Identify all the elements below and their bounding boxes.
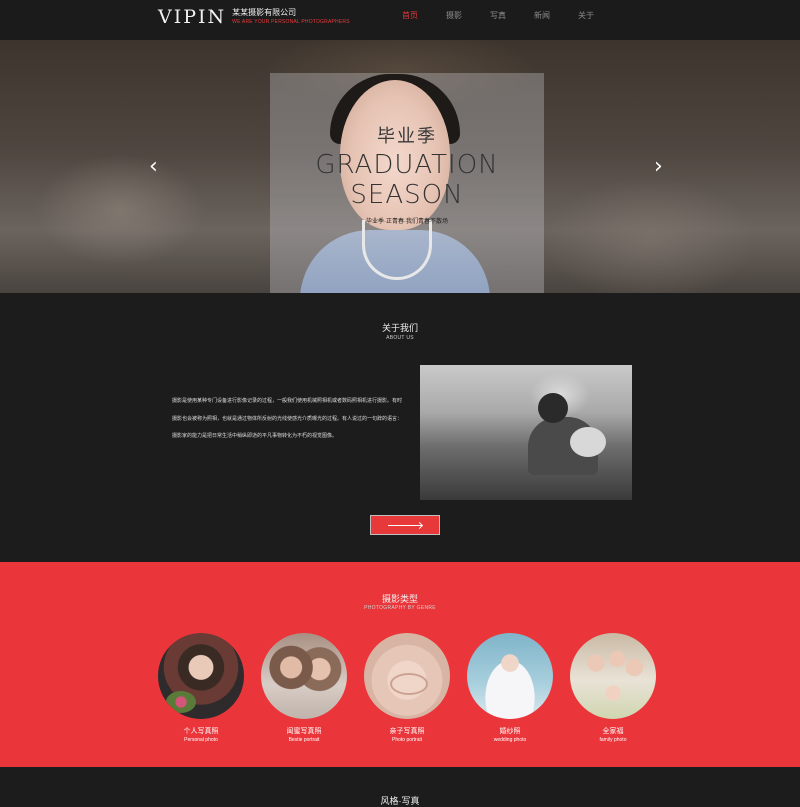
genre-item-personal[interactable]: 个人写真照 Personal photo [158,633,244,743]
site-header: VIPIN 某某摄影有限公司 WE ARE YOUR PERSONAL PHOT… [0,0,800,40]
genre-image-family [570,633,656,719]
genre-label-en: Personal photo [184,737,218,743]
about-image [420,365,632,500]
about-title: 关于我们 [381,323,418,333]
hero-title-line1: GRADUATION [315,150,499,180]
prev-slide-arrow-icon[interactable]: ‹ [149,156,158,178]
more-button[interactable] [370,515,440,535]
logo-mark: VIPIN [158,6,227,28]
genre-item-parent-child[interactable]: 亲子写真照 Photo portrait [364,633,450,743]
hero-banner: 毕业季 GRADUATION SEASON 毕业季·正青春·我们青春不散场 ‹ … [0,40,800,293]
arrow-right-icon [388,524,422,526]
about-subtitle: ABOUT US [386,335,414,341]
genre-subtitle: PHOTOGRAPHY BY GENRE [364,605,436,611]
genre-item-bestie[interactable]: 闺蜜写真照 Bestie portrait [261,633,347,743]
logo-text: 某某摄影有限公司 WE ARE YOUR PERSONAL PHOTOGRAPH… [232,9,350,25]
hero-title-en: GRADUATION SEASON [270,150,544,210]
genre-image-bestie [261,633,347,719]
genre-list: 个人写真照 Personal photo 闺蜜写真照 Bestie portra… [158,633,656,743]
about-section: 关于我们 ABOUT US 摄影是使用某种专门设备进行影像记录的过程，一般我们使… [0,293,800,562]
nav-item-news[interactable]: 新闻 [534,10,550,21]
hero-title-line2: SEASON [350,180,464,210]
genre-item-family[interactable]: 全家福 family photo [570,633,656,743]
genre-label-en: wedding photo [493,737,527,743]
genre-image-parent-child [364,633,450,719]
about-image-guitar [570,427,606,457]
nav-item-about[interactable]: 关于 [578,10,594,21]
genre-label-cn: 全家福 [602,728,624,735]
nav-item-portrait[interactable]: 写真 [490,10,506,21]
genre-label-en: Photo portrait [391,737,423,743]
genre-label-cn: 闺蜜写真照 [286,728,322,735]
hero-title-cn: 毕业季 [377,126,437,146]
genre-label-cn: 个人写真照 [183,728,219,735]
logo[interactable]: VIPIN 某某摄影有限公司 WE ARE YOUR PERSONAL PHOT… [158,6,350,28]
genre-label-cn: 婚纱照 [499,728,521,735]
main-nav: 首页 摄影 写真 新闻 关于 [402,10,622,21]
hero-subtitle: 毕业季·正青春·我们青春不散场 [366,219,448,225]
next-slide-arrow-icon[interactable]: › [654,156,663,178]
genre-label-cn: 亲子写真照 [389,728,425,735]
company-name: 某某摄影有限公司 [232,8,297,17]
genre-item-wedding[interactable]: 婚纱照 wedding photo [467,633,553,743]
genre-title: 摄影类型 [381,594,418,604]
style-section: 风格·写真 [0,767,800,806]
nav-item-home[interactable]: 首页 [402,10,418,21]
company-tagline: WE ARE YOUR PERSONAL PHOTOGRAPHERS [232,19,350,25]
genre-label-en: family photo [599,737,627,743]
genre-image-wedding [467,633,553,719]
about-paragraph: 摄影是使用某种专门设备进行影像记录的过程，一般我们使用机械照相机或者数码照相机进… [172,398,403,439]
genre-section: 摄影类型 PHOTOGRAPHY BY GENRE 个人写真照 Personal… [0,562,800,767]
about-image-head [538,393,568,423]
nav-item-photography[interactable]: 摄影 [446,10,462,21]
genre-image-personal [158,633,244,719]
genre-label-en: Bestie portrait [288,737,320,743]
